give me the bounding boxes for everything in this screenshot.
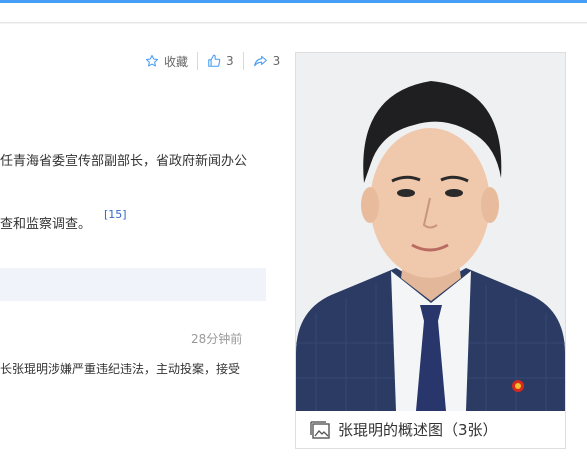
news-item-text[interactable]: 长张琨明涉嫌严重违纪违法，主动投案，接受 xyxy=(0,360,240,377)
favorite-label: 收藏 xyxy=(164,54,189,69)
action-bar: 收藏 3 3 xyxy=(145,52,280,70)
news-header xyxy=(0,268,266,301)
reference-link[interactable]: [15] xyxy=(104,208,127,221)
article-text-line1: 任青海省委宣传部副部长，省政府新闻办公 xyxy=(0,154,248,169)
divider xyxy=(197,52,199,70)
share-button[interactable]: 3 xyxy=(253,54,281,68)
favorite-button[interactable]: 收藏 xyxy=(145,53,188,70)
photo-card[interactable]: 张琨明的概述图（3张） xyxy=(295,52,566,449)
portrait-image[interactable] xyxy=(296,53,565,411)
share-count: 3 xyxy=(272,54,281,68)
news-time: 28分钟前 xyxy=(191,332,243,346)
photo-caption[interactable]: 张琨明的概述图（3张） xyxy=(296,411,565,448)
star-icon xyxy=(145,54,159,68)
share-icon xyxy=(253,54,268,68)
article-text-line2: 查和监察调查。 xyxy=(0,217,92,232)
photo-caption-text: 张琨明的概述图（3张） xyxy=(338,421,498,439)
top-toolbar xyxy=(0,3,587,23)
image-gallery-icon xyxy=(310,420,330,439)
like-button[interactable]: 3 xyxy=(207,54,234,68)
news-list xyxy=(0,301,266,470)
thumbs-up-icon xyxy=(207,54,221,68)
divider xyxy=(242,52,244,70)
like-count: 3 xyxy=(226,54,234,68)
